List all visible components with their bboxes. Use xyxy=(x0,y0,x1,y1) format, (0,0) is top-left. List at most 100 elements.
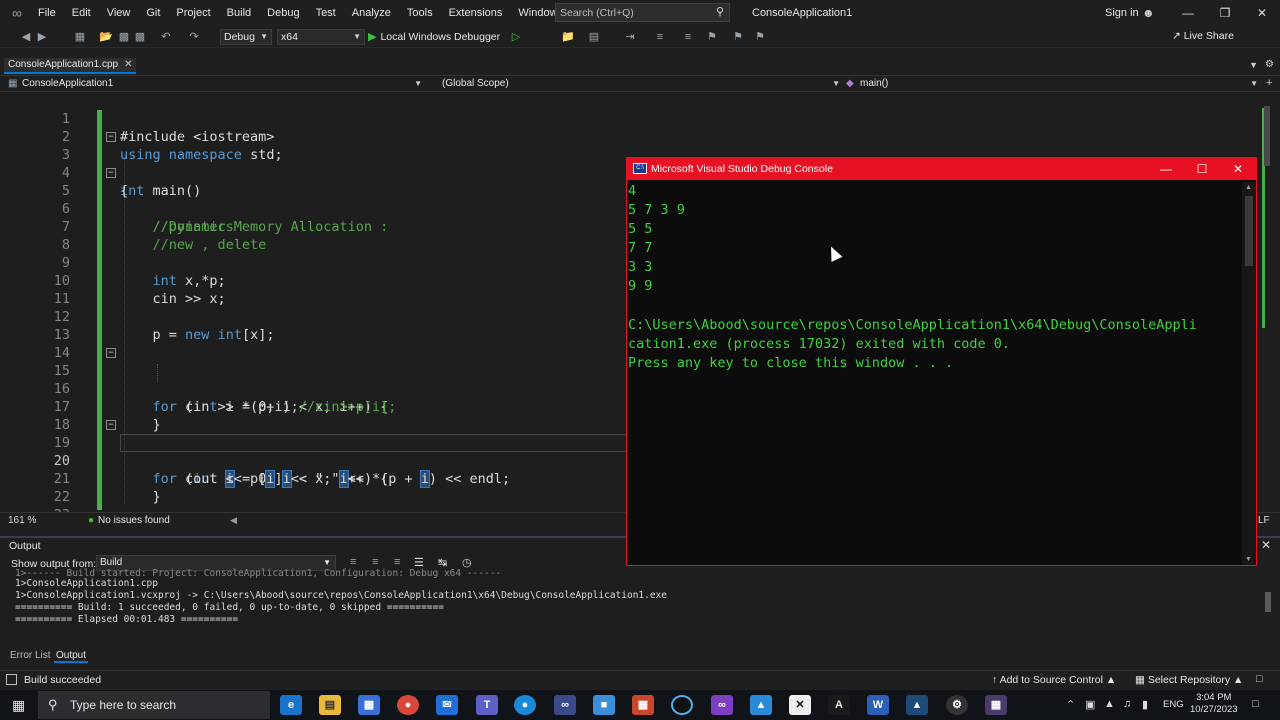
app-icon[interactable]: ⚙ xyxy=(946,695,968,715)
editor-scrollbar[interactable] xyxy=(1262,92,1278,512)
chrome-icon[interactable]: ● xyxy=(397,695,419,715)
debug-console-window[interactable]: C:\ Microsoft Visual Studio Debug Consol… xyxy=(626,157,1257,566)
action-center-icon[interactable]: □ xyxy=(1252,698,1259,710)
menu-build[interactable]: Build xyxy=(219,0,259,26)
cortana-icon[interactable] xyxy=(671,695,693,715)
line-ending[interactable]: LF xyxy=(1258,515,1270,526)
menu-test[interactable]: Test xyxy=(308,0,344,26)
undo-icon[interactable]: ↶ xyxy=(158,29,174,45)
scroll-up-icon[interactable]: ▲ xyxy=(1245,184,1252,191)
store-icon[interactable]: ▦ xyxy=(358,695,380,715)
step-icon[interactable]: ⇥ xyxy=(622,29,638,45)
teams-icon[interactable]: T xyxy=(476,695,498,715)
mail-icon[interactable]: ✉ xyxy=(436,695,458,715)
menu-edit[interactable]: Edit xyxy=(64,0,99,26)
save-icon[interactable]: ▩ xyxy=(116,29,132,45)
menu-view[interactable]: View xyxy=(99,0,139,26)
gear-icon[interactable]: ⚙ xyxy=(1265,58,1274,72)
notifications-icon[interactable]: □ xyxy=(1256,673,1263,685)
scroll-left-icon[interactable]: ◀ xyxy=(230,515,237,526)
app-icon[interactable]: A xyxy=(828,695,850,715)
save-all-icon[interactable]: ▩ xyxy=(132,29,148,45)
menu-extensions[interactable]: Extensions xyxy=(441,0,511,26)
volume-icon[interactable]: ♫ xyxy=(1123,698,1131,710)
start-without-debugging-icon[interactable]: ▷ xyxy=(508,29,524,45)
console-app-icon[interactable]: ▦ xyxy=(985,695,1007,715)
network-icon[interactable]: ▣ xyxy=(1085,698,1095,711)
scroll-down-icon[interactable]: ▼ xyxy=(1245,556,1252,563)
collapse-icon[interactable]: − xyxy=(106,168,116,178)
comment-icon[interactable]: ≡ xyxy=(680,29,696,45)
collapse-icon[interactable]: − xyxy=(106,348,116,358)
prev-message-icon[interactable]: ≡ xyxy=(372,556,378,568)
minimize-icon[interactable]: — xyxy=(1170,0,1206,26)
edge-icon[interactable]: e xyxy=(280,695,302,715)
taskbar-search-input[interactable]: ⚲ Type here to search xyxy=(38,691,270,719)
redo-icon[interactable]: ↷ xyxy=(186,29,202,45)
forward-icon[interactable]: ▶ xyxy=(34,29,50,45)
tab-overflow-icon[interactable]: ▼ xyxy=(1249,58,1258,72)
tray-chevron-icon[interactable]: ⌃ xyxy=(1066,698,1075,711)
visual-studio-icon[interactable]: ∞ xyxy=(711,695,733,715)
menu-project[interactable]: Project xyxy=(168,0,218,26)
menu-git[interactable]: Git xyxy=(138,0,168,26)
app-icon[interactable]: ▲ xyxy=(906,695,928,715)
configuration-select[interactable]: Debug ▼ xyxy=(220,29,272,45)
tab-error-list[interactable]: Error List xyxy=(8,650,53,661)
back-icon[interactable]: ◀ xyxy=(18,29,34,45)
add-to-source-control-button[interactable]: ↑ Add to Source Control ▲ xyxy=(992,674,1116,686)
issues-indicator[interactable]: ● No issues found xyxy=(88,515,170,526)
app-icon[interactable]: ■ xyxy=(593,695,615,715)
account-icon[interactable]: ☻ xyxy=(1142,0,1155,26)
visual-studio-logo-icon[interactable]: ∞ xyxy=(4,0,30,26)
close-icon[interactable]: ✕ xyxy=(1220,158,1256,180)
scrollbar-thumb[interactable] xyxy=(1265,592,1271,612)
scope-dropdown[interactable]: (Global Scope) ▼ xyxy=(420,76,844,92)
console-title-bar[interactable]: C:\ Microsoft Visual Studio Debug Consol… xyxy=(627,158,1256,180)
close-icon[interactable]: ✕ xyxy=(1261,538,1271,552)
align-icon[interactable]: ≡ xyxy=(652,29,668,45)
new-project-icon[interactable]: ▦ xyxy=(72,29,88,45)
app-icon[interactable]: ✕ xyxy=(789,695,811,715)
next-message-icon[interactable]: ≡ xyxy=(394,556,400,568)
platform-select[interactable]: x64 ▼ xyxy=(277,29,365,45)
close-tab-icon[interactable]: ✕ xyxy=(124,59,132,70)
console-scrollbar[interactable]: ▲ ▼ xyxy=(1242,182,1256,565)
restore-icon[interactable]: ❐ xyxy=(1207,0,1243,26)
app-icon[interactable]: ▲ xyxy=(750,695,772,715)
scrollbar-thumb[interactable] xyxy=(1245,196,1253,266)
bookmark-icon[interactable]: ⚑ xyxy=(704,29,720,45)
zoom-level[interactable]: 161 % xyxy=(8,515,36,526)
console-output[interactable]: 4 5 7 3 9 5 5 7 7 3 3 9 9 C:\Users\Abood… xyxy=(628,182,1242,562)
menu-debug[interactable]: Debug xyxy=(259,0,307,26)
maximize-icon[interactable]: ☐ xyxy=(1184,158,1220,180)
tab-consoleapplication1-cpp[interactable]: ConsoleApplication1.cpp ✕ xyxy=(4,58,137,74)
select-repository-button[interactable]: ▦ Select Repository ▲ xyxy=(1135,674,1243,686)
collapse-icon[interactable]: − xyxy=(106,420,116,430)
app-icon[interactable]: ▦ xyxy=(632,695,654,715)
find-message-icon[interactable]: ≡ xyxy=(350,556,356,568)
windows-start-icon[interactable]: ▦ xyxy=(12,697,25,714)
layout-icon[interactable]: ▤ xyxy=(586,29,602,45)
language-indicator[interactable]: ENG xyxy=(1163,699,1184,710)
link-app-icon[interactable]: ∞ xyxy=(554,695,576,715)
menu-analyze[interactable]: Analyze xyxy=(344,0,399,26)
live-share-button[interactable]: ↗ Live Share xyxy=(1172,30,1234,42)
bookmark-next-icon[interactable]: ⚑ xyxy=(752,29,768,45)
output-scrollbar[interactable] xyxy=(1262,582,1274,642)
search-input[interactable]: Search (Ctrl+Q) ⚲ xyxy=(555,3,730,22)
word-icon[interactable]: W xyxy=(867,695,889,715)
bookmark-prev-icon[interactable]: ⚑ xyxy=(730,29,746,45)
run-debugger-button[interactable]: ▶ Local Windows Debugger xyxy=(368,29,500,45)
file-explorer-icon[interactable]: ▤ xyxy=(319,695,341,715)
wifi-icon[interactable]: ▲ xyxy=(1104,698,1115,710)
system-clock[interactable]: 3:04 PM 10/27/2023 xyxy=(1190,692,1238,716)
folder-icon[interactable]: 📁 xyxy=(560,29,576,45)
menu-tools[interactable]: Tools xyxy=(399,0,441,26)
tab-output[interactable]: Output xyxy=(54,650,89,663)
project-dropdown[interactable]: ▦ ConsoleApplication1 ▼ xyxy=(0,76,426,92)
open-file-icon[interactable]: 📂 xyxy=(98,29,114,45)
collapse-icon[interactable]: − xyxy=(106,132,116,142)
close-icon[interactable]: ✕ xyxy=(1244,0,1280,26)
browser-icon[interactable]: ● xyxy=(514,695,536,715)
